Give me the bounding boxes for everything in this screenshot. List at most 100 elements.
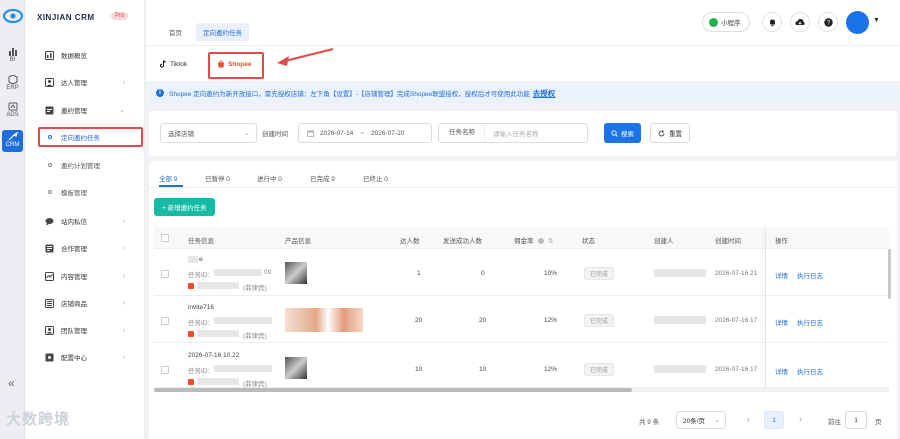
prev-page-button[interactable]: ‹ [747, 414, 750, 424]
row-checkbox[interactable] [161, 317, 169, 325]
tab-home[interactable]: 首页 [162, 23, 189, 41]
product-thumbnail[interactable] [285, 308, 363, 332]
help-button[interactable]: ? [818, 12, 838, 32]
creator-count: 1 [417, 270, 421, 277]
add-invite-task-button[interactable]: + 新增邀约任务 [154, 198, 215, 216]
sidebar-item-invites[interactable]: 邀约管理 ⌄ [25, 100, 145, 120]
sidebar-item-settings[interactable]: 配置中心 › [25, 347, 145, 367]
row-checkbox[interactable] [161, 366, 169, 374]
shop-region: (菲律宾) [243, 285, 267, 292]
sidebar-sub-templates[interactable]: 模板管理 [25, 183, 145, 201]
table-row: invite716 任务ID: (菲律宾) 20 20 12% 已完成 2026… [154, 297, 889, 343]
brand-name: XINJIAN CRM [37, 13, 95, 22]
detail-link[interactable]: 详情 [775, 317, 788, 327]
rail-crm[interactable]: CRM [2, 130, 23, 152]
sidebar-item-messages[interactable]: 站内私信 › [25, 211, 145, 231]
tab-completed[interactable]: 已完成 9 [310, 173, 335, 183]
product-thumbnail[interactable] [285, 262, 307, 284]
shopee-icon [188, 283, 194, 289]
top-bar: 首页 定向邀约任务 小程序 ? ▼ [146, 0, 900, 45]
scrollbar-thumb[interactable] [154, 388, 632, 392]
date-range-picker[interactable]: 2026-07-14 ~ 2026-07-20 [298, 123, 432, 143]
horizontal-scrollbar[interactable] [154, 388, 889, 392]
help-icon[interactable] [538, 238, 545, 245]
caret-down-icon[interactable]: ▼ [873, 17, 880, 24]
detail-link[interactable]: 详情 [775, 270, 788, 280]
chevron-right-icon: › [122, 217, 125, 225]
page-1-button[interactable]: 1 [764, 411, 784, 429]
execution-log-link[interactable]: 执行日志 [797, 317, 823, 327]
sent-count: 0 [481, 270, 485, 277]
tab-terminated[interactable]: 已终止 0 [363, 173, 388, 183]
col-sent-success: 发送成功人数 [443, 238, 482, 245]
execution-log-link[interactable]: 执行日志 [797, 366, 823, 376]
task-name: 2026-07-16 10.22 [188, 352, 240, 359]
avatar[interactable] [846, 11, 869, 34]
sidebar-item-creators[interactable]: 达人管理 › [25, 72, 145, 92]
rail-erp[interactable]: ERP [2, 73, 23, 95]
detail-link[interactable]: 详情 [775, 366, 788, 376]
execution-log-link[interactable]: 执行日志 [797, 270, 823, 280]
content-icon [45, 271, 54, 281]
sidebar-item-store[interactable]: 店铺商品 › [25, 293, 145, 313]
sent-count: 20 [479, 317, 487, 324]
authorize-link[interactable]: 去授权 [533, 88, 556, 99]
sidebar-item-label: 团队管理 [61, 328, 87, 335]
table-header: 任务信息 产品信息 达人数 发送成功人数 佣金率 ⇅ 状态 创建人 创建时间 操… [154, 227, 889, 249]
sidebar-sub-invite-plans[interactable]: 邀约计划管理 [25, 156, 145, 174]
bar-chart-icon [8, 48, 17, 56]
annotation-arrow-icon [277, 48, 334, 66]
page-size-select[interactable]: 20条/页 ⌄ [676, 411, 726, 429]
created-time: 2026-07-16 17 [715, 317, 758, 324]
goto-page-input[interactable]: 1 [845, 411, 867, 429]
sidebar-item-content[interactable]: 内容管理 › [25, 266, 145, 286]
row-checkbox[interactable] [161, 270, 169, 278]
sent-count: 10 [479, 366, 487, 373]
task-name-field[interactable]: 任务名称 请输入任务名称 [438, 123, 588, 143]
sidebar-item-cooperation[interactable]: 合作管理 › [25, 238, 145, 258]
tab-tiktok[interactable]: Tiktok [160, 60, 187, 68]
col-commission-label: 佣金率 [514, 238, 534, 245]
created-time-label: 创建时间 [262, 131, 288, 138]
next-page-button[interactable]: › [799, 414, 802, 424]
sort-icon[interactable]: ⇅ [548, 238, 553, 245]
download-button[interactable] [790, 12, 810, 32]
task-name: e [199, 256, 203, 263]
banner-text: Shopee 定向邀约为新开放接口，需先授权店铺：左下角【设置】-【店铺管理】完… [169, 91, 530, 98]
redacted-block [654, 316, 706, 324]
sidebar-item-label: 内容管理 [61, 274, 87, 281]
mini-program-label: 小程序 [721, 20, 741, 27]
tab-directed-invite[interactable]: 定向邀约任务 [196, 23, 249, 41]
tiktok-icon [160, 60, 167, 68]
collapse-sidebar-icon[interactable]: « [8, 376, 15, 390]
rail-bi[interactable]: BI [2, 45, 23, 67]
table-row: e 任务ID: 09 (菲律宾) 1 0 10% 已完成 2026-07-16 … [154, 250, 889, 296]
chevron-right-icon: › [122, 78, 125, 86]
sidebar-item-overview[interactable]: 数据概览 [25, 45, 145, 65]
sidebar-sub-label: 定向邀约任务 [61, 135, 100, 142]
rail-ads[interactable]: ADS [2, 100, 23, 122]
notifications-button[interactable] [762, 12, 782, 32]
tab-all[interactable]: 全部 9 [159, 173, 177, 183]
select-all-checkbox[interactable] [161, 234, 169, 242]
tab-in-progress[interactable]: 进行中 0 [257, 173, 282, 183]
col-creator: 创建人 [654, 238, 674, 245]
shop-select[interactable]: 选择店铺 ⌄ [160, 123, 257, 143]
product-thumbnail[interactable] [285, 357, 307, 379]
settings-icon [45, 353, 54, 361]
page-size-label: 20条/页 [683, 418, 706, 425]
reset-button[interactable]: 重置 [650, 123, 690, 143]
bullet-icon [48, 163, 52, 167]
sidebar-item-label: 达人管理 [61, 80, 87, 87]
sidebar-item-team[interactable]: 团队管理 › [25, 320, 145, 340]
sidebar-sub-directed-invite[interactable]: 定向邀约任务 [25, 128, 145, 146]
search-button[interactable]: 搜索 [604, 123, 641, 143]
chevron-right-icon: › [122, 272, 125, 280]
vertical-scrollbar[interactable] [888, 249, 891, 299]
mini-program-button[interactable]: 小程序 [702, 12, 750, 32]
chevron-right-icon: › [122, 244, 125, 252]
refresh-icon [658, 129, 665, 136]
tab-paused[interactable]: 已暂停 0 [205, 173, 230, 183]
redacted-block [197, 282, 239, 289]
col-commission: 佣金率 ⇅ [514, 235, 554, 245]
